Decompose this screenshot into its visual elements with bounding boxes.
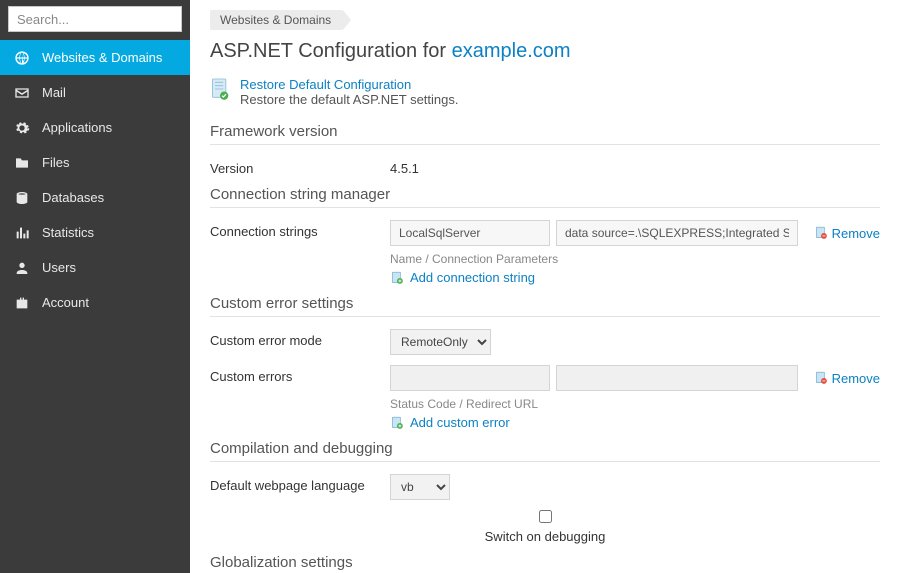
stats-icon: [14, 225, 30, 241]
label-connection-strings: Connection strings: [210, 220, 390, 239]
sidebar-item-applications[interactable]: Applications: [0, 110, 190, 145]
conn-hint: Name / Connection Parameters: [390, 252, 880, 266]
remove-connection-button[interactable]: Remove: [814, 226, 880, 241]
remove-error-button[interactable]: Remove: [814, 371, 880, 386]
error-hint: Status Code / Redirect URL: [390, 397, 880, 411]
sidebar-item-label: Applications: [42, 120, 112, 135]
section-compilation: Compilation and debugging: [210, 440, 880, 462]
label-default-lang: Default webpage language: [210, 474, 390, 493]
database-icon: [14, 190, 30, 206]
sidebar-item-label: Websites & Domains: [42, 50, 162, 65]
default-lang-select[interactable]: vb: [390, 474, 450, 500]
remove-label: Remove: [832, 226, 880, 241]
search-box[interactable]: [8, 6, 182, 32]
restore-default-block: Restore Default Configuration Restore th…: [210, 77, 880, 107]
add-connection-string-button[interactable]: Add connection string: [390, 270, 880, 285]
label-switch-debug: Switch on debugging: [485, 529, 606, 544]
section-custom-errors: Custom error settings: [210, 295, 880, 317]
section-connection-manager: Connection string manager: [210, 186, 880, 208]
page-title-prefix: ASP.NET Configuration for: [210, 40, 452, 62]
label-custom-errors: Custom errors: [210, 365, 390, 384]
label-error-mode: Custom error mode: [210, 329, 390, 348]
sidebar: Websites & Domains Mail Applications Fil…: [0, 0, 190, 573]
restore-default-desc: Restore the default ASP.NET settings.: [240, 92, 458, 107]
conn-name-input[interactable]: [390, 220, 550, 246]
sidebar-item-label: Users: [42, 260, 76, 275]
value-version: 4.5.1: [390, 157, 880, 176]
breadcrumb[interactable]: Websites & Domains: [210, 10, 343, 30]
add-conn-label: Add connection string: [410, 270, 535, 285]
add-error-label: Add custom error: [410, 415, 510, 430]
remove-label: Remove: [832, 371, 880, 386]
add-custom-error-button[interactable]: Add custom error: [390, 415, 880, 430]
section-globalization: Globalization settings: [210, 554, 880, 573]
mail-icon: [14, 85, 30, 101]
sidebar-item-label: Databases: [42, 190, 104, 205]
user-icon: [14, 260, 30, 276]
briefcase-icon: [14, 295, 30, 311]
sidebar-item-label: Mail: [42, 85, 66, 100]
sidebar-item-label: Files: [42, 155, 69, 170]
sidebar-item-users[interactable]: Users: [0, 250, 190, 285]
main-content: Websites & Domains ASP.NET Configuration…: [190, 0, 900, 573]
sidebar-item-label: Statistics: [42, 225, 94, 240]
page-title: ASP.NET Configuration for example.com: [210, 40, 880, 63]
sidebar-item-databases[interactable]: Databases: [0, 180, 190, 215]
section-framework-version: Framework version: [210, 123, 880, 145]
search-input[interactable]: [17, 12, 193, 27]
sidebar-item-websites-domains[interactable]: Websites & Domains: [0, 40, 190, 75]
sidebar-item-files[interactable]: Files: [0, 145, 190, 180]
label-version: Version: [210, 157, 390, 176]
sidebar-item-label: Account: [42, 295, 89, 310]
page-title-domain[interactable]: example.com: [452, 40, 571, 62]
conn-params-input[interactable]: [556, 220, 798, 246]
sidebar-item-account[interactable]: Account: [0, 285, 190, 320]
restore-default-link[interactable]: Restore Default Configuration: [240, 77, 458, 92]
sidebar-item-mail[interactable]: Mail: [0, 75, 190, 110]
gear-icon: [14, 120, 30, 136]
folder-icon: [14, 155, 30, 171]
error-redirect-input[interactable]: [556, 365, 798, 391]
error-mode-select[interactable]: RemoteOnly: [390, 329, 491, 355]
error-status-input[interactable]: [390, 365, 550, 391]
globe-icon: [14, 50, 30, 66]
restore-icon: [210, 77, 230, 101]
sidebar-item-statistics[interactable]: Statistics: [0, 215, 190, 250]
switch-debugging-checkbox[interactable]: [539, 510, 552, 523]
